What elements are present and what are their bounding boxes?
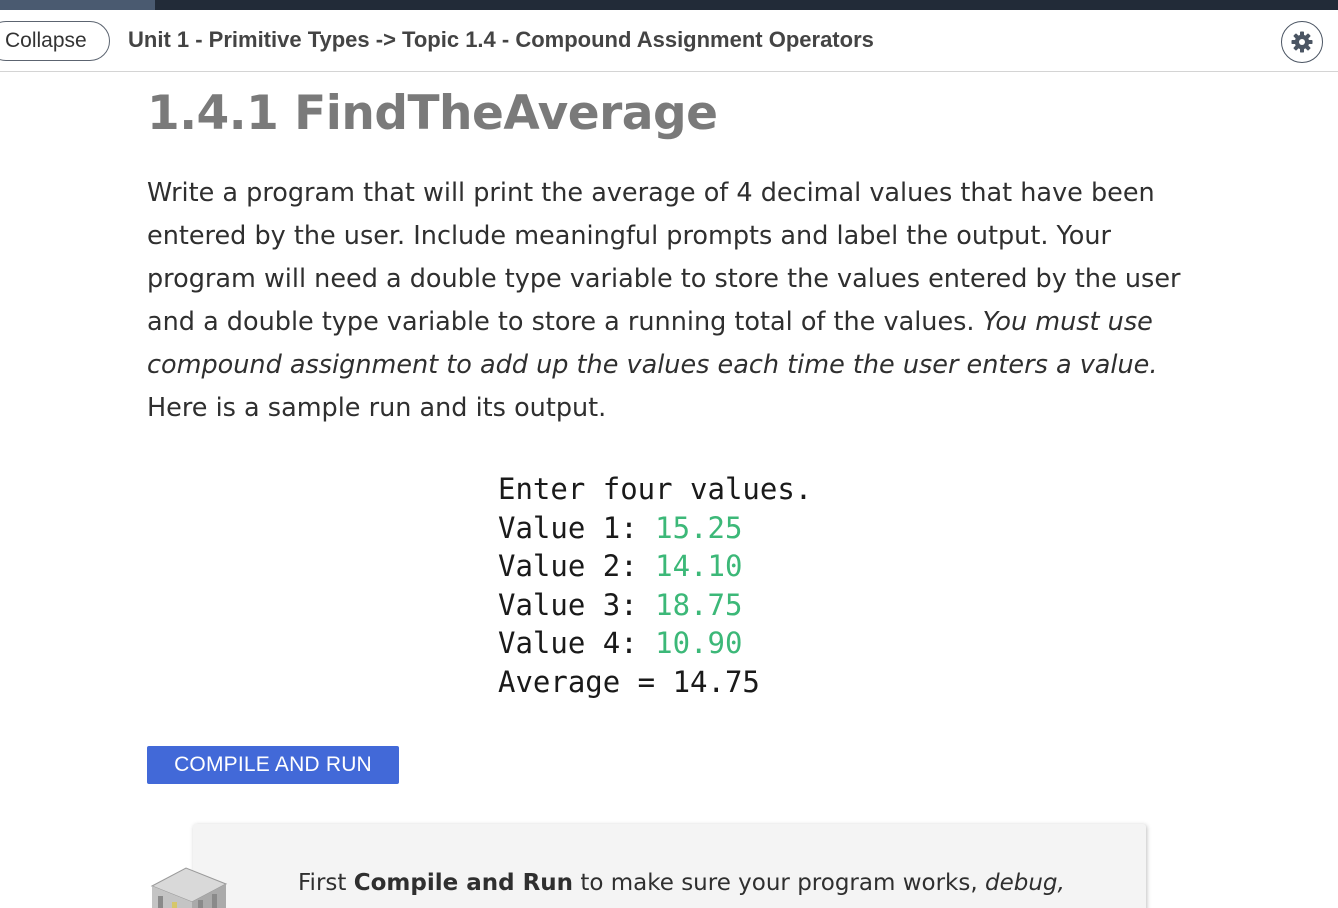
sample-input-value: 15.25 xyxy=(655,510,743,545)
sample-line: Value 2: 14.10 xyxy=(498,549,743,584)
building-illustration xyxy=(150,867,228,908)
sample-prompt: Enter four values. xyxy=(498,472,813,506)
page-title: 1.4.1 FindTheAverage xyxy=(147,86,718,141)
info-bold: Compile and Run xyxy=(353,870,574,896)
info-text: First Compile and Run to make sure your … xyxy=(298,870,1065,896)
problem-description: Write a program that will print the aver… xyxy=(147,172,1217,430)
sample-run-output: Enter four values. Value 1: 15.25 Value 2:… xyxy=(498,470,812,702)
description-text-end: Here is a sample run and its output. xyxy=(147,393,607,423)
info-italic: debug, xyxy=(984,870,1065,896)
sample-line: Value 4: 10.90 xyxy=(498,626,743,661)
settings-button[interactable] xyxy=(1281,21,1323,63)
sample-result: Average = 14.75 xyxy=(498,664,760,699)
sample-line: Value 1: 15.25 xyxy=(498,510,743,545)
sample-input-value: 10.90 xyxy=(655,626,743,661)
sample-input-value: 14.10 xyxy=(655,549,743,584)
sample-input-value: 18.75 xyxy=(655,587,743,622)
collapse-button[interactable]: Collapse xyxy=(0,21,110,61)
gear-icon xyxy=(1291,31,1313,53)
top-bar xyxy=(0,0,1338,10)
header: Collapse Unit 1 - Primitive Types -> Top… xyxy=(0,10,1338,72)
compile-and-run-button[interactable]: COMPILE AND RUN xyxy=(147,746,399,784)
breadcrumb: Unit 1 - Primitive Types -> Topic 1.4 - … xyxy=(128,27,874,52)
sample-line: Value 3: 18.75 xyxy=(498,587,743,622)
top-bar-progress xyxy=(0,0,155,10)
